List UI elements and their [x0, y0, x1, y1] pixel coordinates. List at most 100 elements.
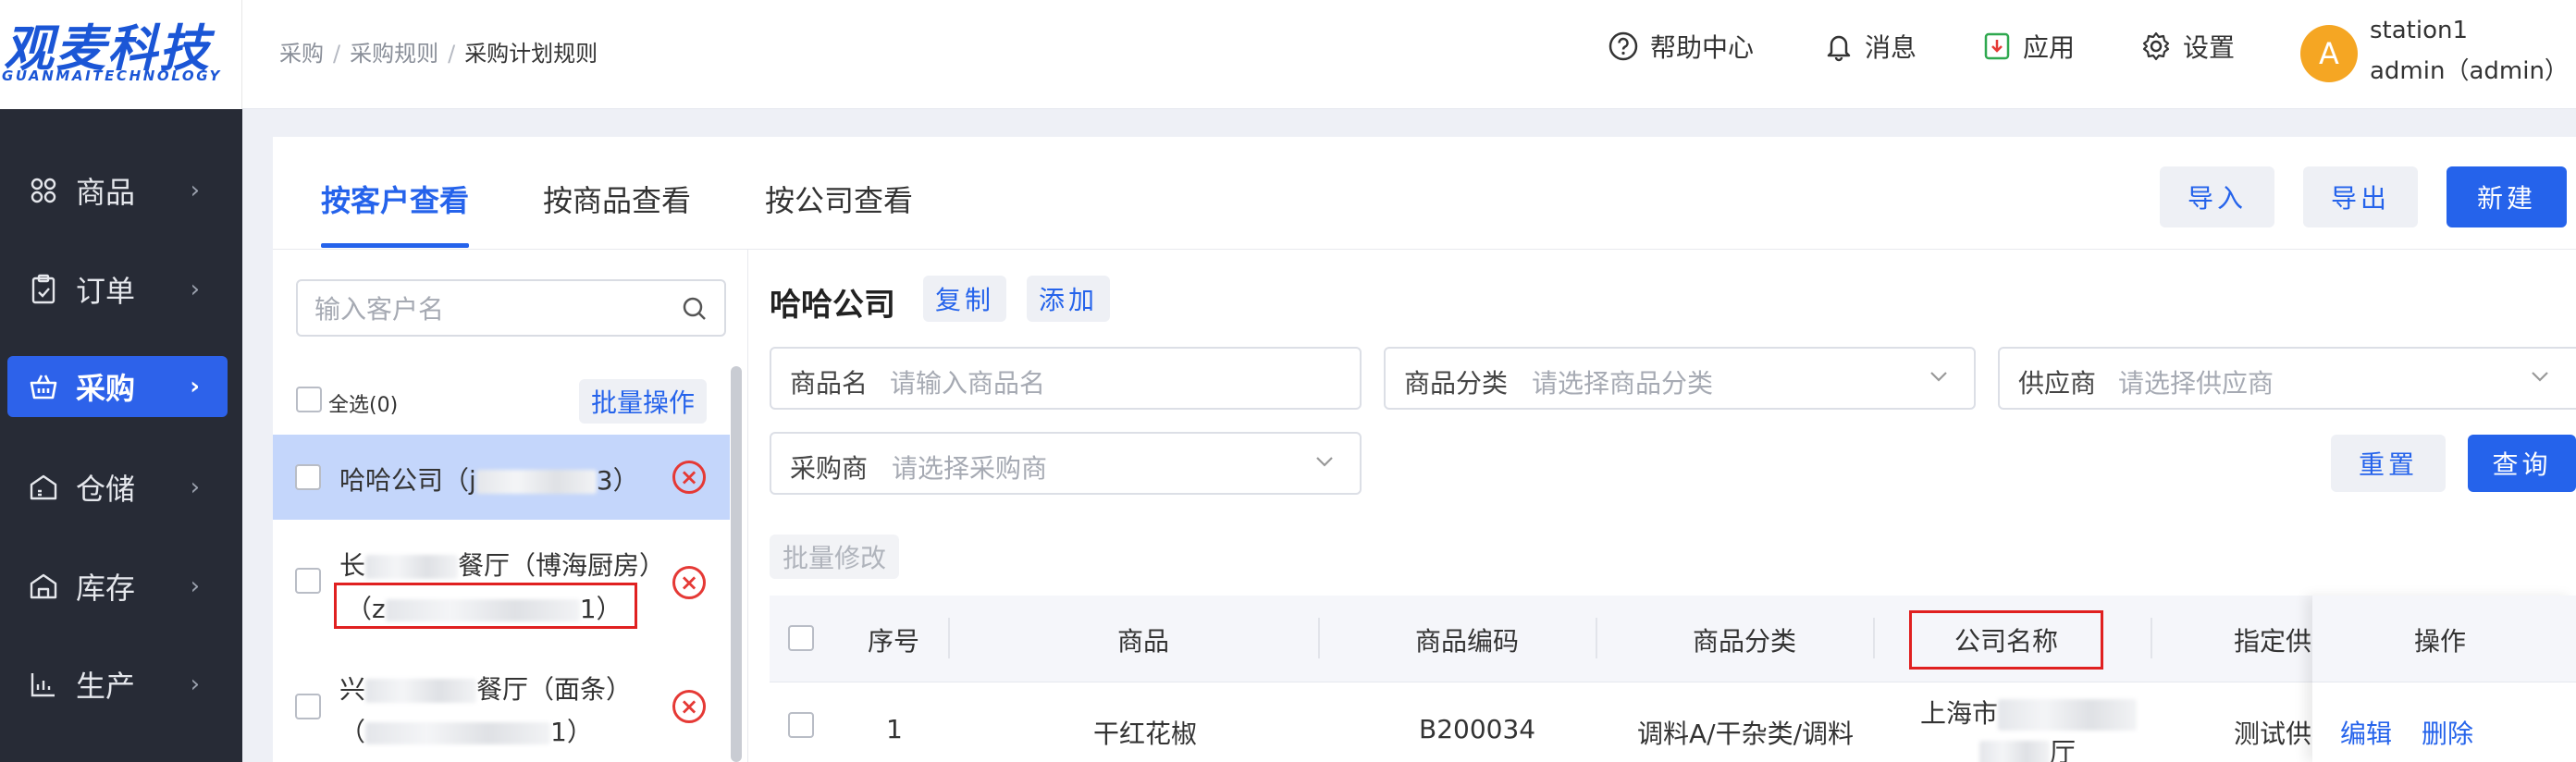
import-button[interactable]: 导入	[2160, 166, 2274, 227]
filter-label: 商品分类	[1404, 368, 1509, 399]
cell-product: 干红花椒	[1093, 719, 1198, 749]
delete-link[interactable]: 删除	[2422, 714, 2473, 751]
edit-link[interactable]: 编辑	[2340, 714, 2392, 751]
delete-circle-icon[interactable]: ×	[672, 461, 706, 494]
sidebar-item-production[interactable]: 生产 ›	[7, 654, 228, 715]
user-station[interactable]: station1	[2370, 17, 2468, 44]
product-name-filter[interactable]: 商品名 请输入商品名	[770, 347, 1362, 410]
export-button[interactable]: 导出	[2303, 166, 2418, 227]
search-button[interactable]: 查询	[2468, 435, 2576, 492]
filter-placeholder: 请选择供应商	[2118, 368, 2274, 399]
redacted-text	[1998, 699, 2138, 731]
customer-list-item[interactable]: 哈哈公司（j 3） ×	[273, 435, 730, 520]
search-icon[interactable]	[682, 296, 708, 322]
buyer-select[interactable]: 采购商 请选择采购商	[770, 432, 1362, 495]
delete-circle-icon[interactable]: ×	[672, 690, 706, 723]
reset-button[interactable]: 重置	[2331, 435, 2446, 492]
breadcrumb-separator: /	[448, 41, 456, 67]
settings-button[interactable]: 设置	[2140, 28, 2235, 65]
add-button[interactable]: 添加	[1027, 276, 1110, 322]
customer-list-scrollbar[interactable]	[731, 366, 742, 762]
table-select-all-checkbox[interactable]	[788, 625, 814, 651]
chevron-right-icon: ›	[190, 177, 200, 204]
chevron-right-icon: ›	[190, 473, 200, 501]
apps-button[interactable]: 应用	[1982, 28, 2075, 65]
help-circle-icon	[1608, 31, 1638, 61]
customer-name: 长 餐厅（博海厨房）	[339, 546, 665, 583]
customer-search-box[interactable]	[296, 279, 726, 337]
sidebar-item-inventory[interactable]: 库存 ›	[7, 556, 228, 617]
customer-code-part: 1）	[579, 594, 622, 624]
sidebar-item-label: 商品	[76, 175, 136, 210]
customer-checkbox[interactable]	[295, 568, 321, 594]
customer-search-input[interactable]	[314, 290, 666, 327]
breadcrumb-item-current: 采购计划规则	[464, 41, 598, 67]
sidebar-item-warehouse[interactable]: 仓储 ›	[7, 457, 228, 518]
logo[interactable]: 观麦科技 GUANMAITECHNOLOGY	[0, 0, 242, 109]
select-all-checkbox[interactable]	[296, 387, 322, 412]
tab-by-product[interactable]: 按商品查看	[543, 178, 691, 220]
sidebar-item-label: 库存	[76, 571, 136, 606]
settings-label: 设置	[2183, 32, 2236, 63]
chevron-right-icon: ›	[190, 276, 200, 303]
help-center-button[interactable]: 帮助中心	[1608, 28, 1754, 65]
customer-name-part: 3）	[596, 465, 639, 496]
customer-name: 兴 餐厅（面条）	[339, 670, 632, 707]
filter-label: 商品名	[790, 368, 869, 399]
avatar[interactable]: A	[2300, 25, 2358, 82]
column-header-category: 商品分类	[1693, 626, 1797, 657]
cell-company-part: 厅	[2050, 737, 2077, 762]
sidebar-item-orders[interactable]: 订单 ›	[7, 259, 228, 320]
customer-name-part: 兴	[339, 674, 366, 705]
batch-operation-button[interactable]: 批量操作	[579, 379, 707, 424]
filter-placeholder: 请输入商品名	[890, 368, 1046, 399]
column-header-actions: 操作	[2414, 626, 2467, 657]
column-header-index: 序号	[868, 626, 920, 657]
cell-code: B200034	[1419, 714, 1536, 744]
redacted-text	[475, 470, 597, 494]
redacted-text	[365, 679, 477, 703]
customer-name: 哈哈公司（j 3）	[339, 461, 639, 498]
sidebar-item-label: 仓储	[76, 472, 136, 507]
create-button[interactable]: 新建	[2447, 166, 2567, 227]
column-header-product: 商品	[1117, 626, 1170, 657]
breadcrumb-item-purchase-rules[interactable]: 采购规则	[350, 41, 438, 67]
logo-subtext: GUANMAITECHNOLOGY	[2, 68, 222, 84]
customer-code-highlight: （z 1）	[334, 583, 637, 629]
product-icon	[28, 175, 59, 206]
customer-code: （ 1）	[339, 712, 593, 749]
filter-placeholder: 请选择采购商	[892, 453, 1048, 484]
cell-company-part: 上海市	[1920, 698, 1999, 729]
redacted-text	[365, 722, 551, 744]
warehouse-icon	[28, 472, 59, 503]
filter-label: 采购商	[790, 453, 869, 484]
messages-label: 消息	[1865, 32, 1917, 63]
sidebar-item-purchase[interactable]: 采购 ›	[7, 356, 228, 417]
customer-name-part: 哈哈公司（j	[339, 465, 476, 496]
breadcrumb-separator: /	[333, 41, 341, 67]
breadcrumb-item-purchase[interactable]: 采购	[279, 41, 324, 67]
chevron-right-icon: ›	[190, 670, 200, 698]
customer-checkbox[interactable]	[295, 464, 321, 490]
cell-category: 调料A/干杂类/调料	[1637, 719, 1855, 749]
delete-circle-icon[interactable]: ×	[672, 566, 706, 599]
messages-button[interactable]: 消息	[1824, 28, 1917, 65]
table-row-checkbox[interactable]	[788, 712, 814, 738]
user-account[interactable]: admin（admin）	[2370, 52, 2569, 86]
sidebar-item-products[interactable]: 商品 ›	[7, 160, 228, 221]
help-center-label: 帮助中心	[1650, 32, 1755, 63]
customer-checkbox[interactable]	[295, 694, 321, 719]
production-chart-icon	[28, 669, 59, 700]
copy-button[interactable]: 复制	[923, 276, 1006, 322]
customer-code-part: （	[339, 717, 366, 747]
redacted-text	[1979, 741, 2050, 762]
column-divider	[1318, 618, 1320, 658]
redacted-text	[385, 599, 580, 621]
column-header-supplier: 指定供	[2234, 626, 2312, 657]
supplier-select[interactable]: 供应商 请选择供应商	[1998, 347, 2576, 410]
customer-list-item[interactable]: 兴 餐厅（面条） （ 1） ×	[273, 647, 730, 762]
category-select[interactable]: 商品分类 请选择商品分类	[1384, 347, 1976, 410]
customer-list-item[interactable]: 长 餐厅（博海厨房） （z 1） ×	[273, 535, 730, 634]
tab-by-company[interactable]: 按公司查看	[765, 178, 913, 220]
tab-by-customer[interactable]: 按客户查看	[321, 178, 469, 220]
